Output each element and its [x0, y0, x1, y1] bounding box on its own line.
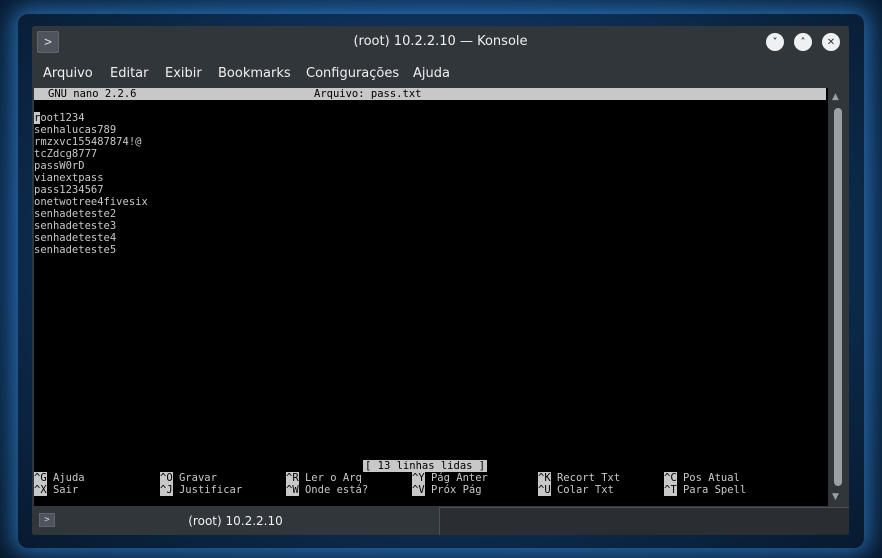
text-line: senhalucas789 — [34, 124, 117, 136]
shortcut-justify: ^J Justificar — [160, 484, 243, 496]
text-line: root1234 — [34, 112, 148, 124]
scrollbar-thumb[interactable] — [834, 108, 842, 486]
shortcut-uncut-text: ^U Colar Txt — [538, 484, 614, 496]
shortcut-save: ^O Gravar — [160, 472, 217, 484]
shortcut-where-is: ^W Onde está? — [286, 484, 369, 496]
text-line: onetwotree4fivesix — [34, 196, 148, 208]
text-line: senhadeteste5 — [34, 244, 117, 256]
shortcut-cut-text: ^K Recort Txt — [538, 472, 621, 484]
tab-label: (root) 10.2.2.10 — [188, 514, 283, 528]
nano-filename: Arquivo: pass.txt — [314, 88, 422, 100]
konsole-window: > (root) 10.2.2.10 — Konsole ˅ ˄ ✕ Arqui… — [32, 26, 849, 535]
text-line: passW0rD — [34, 160, 85, 172]
close-button[interactable]: ✕ — [822, 33, 840, 51]
shortcut-help: ^G Ajuda — [34, 472, 85, 484]
nano-version: GNU nano 2.2.6 — [48, 88, 137, 100]
menu-arquivo[interactable]: Arquivo — [43, 66, 93, 81]
menu-configuracoes[interactable]: Configurações — [306, 66, 399, 81]
shortcut-exit: ^X Sair — [34, 484, 79, 496]
terminal-area[interactable]: GNU nano 2.2.6 Arquivo: pass.txt root123… — [34, 88, 828, 506]
shortcut-next-page: ^V Próx Pág — [412, 484, 482, 496]
tab-bar: > (root) 10.2.2.10 — [32, 507, 849, 535]
tab-bar-empty-area[interactable] — [440, 507, 849, 535]
shortcut-to-spell: ^T Para Spell — [664, 484, 747, 496]
menu-bookmarks[interactable]: Bookmarks — [218, 66, 291, 81]
text-line: senhadeteste2 — [34, 208, 117, 220]
window-title: (root) 10.2.2.10 — Konsole — [353, 34, 528, 49]
scroll-up-arrow-icon[interactable]: ▲ — [832, 92, 839, 102]
nano-header: GNU nano 2.2.6 Arquivo: pass.txt — [34, 88, 826, 100]
file-content[interactable]: root1234 senhalucas789 rmzxvc155487874!@… — [34, 112, 148, 256]
text-line: vianextpass — [34, 172, 104, 184]
text-line: senhadeteste3 — [34, 220, 117, 232]
title-bar[interactable]: > (root) 10.2.2.10 — Konsole ˅ ˄ ✕ — [32, 26, 849, 58]
minimize-button[interactable]: ˅ — [766, 33, 784, 51]
text-line: rmzxvc155487874!@ — [34, 136, 142, 148]
vertical-scrollbar[interactable]: ▲ ▼ — [829, 88, 847, 506]
nano-status: [ 13 linhas lidas ] — [363, 460, 488, 472]
menu-editar[interactable]: Editar — [110, 66, 149, 81]
shortcut-read-file: ^R Ler o Arq — [286, 472, 362, 484]
text-line: senhadeteste4 — [34, 232, 117, 244]
menu-ajuda[interactable]: Ajuda — [413, 66, 450, 81]
shortcut-prev-page: ^Y Pág Anter — [412, 472, 488, 484]
menu-exibir[interactable]: Exibir — [165, 66, 202, 81]
text-line: tcZdcg8777 — [34, 148, 98, 160]
text-line-rest: oot1234 — [40, 112, 85, 124]
scroll-down-arrow-icon[interactable]: ▼ — [832, 492, 839, 502]
tab-session[interactable]: > (root) 10.2.2.10 — [32, 507, 440, 535]
menu-bar: Arquivo Editar Exibir Bookmarks Configur… — [32, 58, 849, 88]
maximize-button[interactable]: ˄ — [794, 33, 812, 51]
shortcut-cur-pos: ^C Pos Atual — [664, 472, 740, 484]
text-line: pass1234567 — [34, 184, 104, 196]
